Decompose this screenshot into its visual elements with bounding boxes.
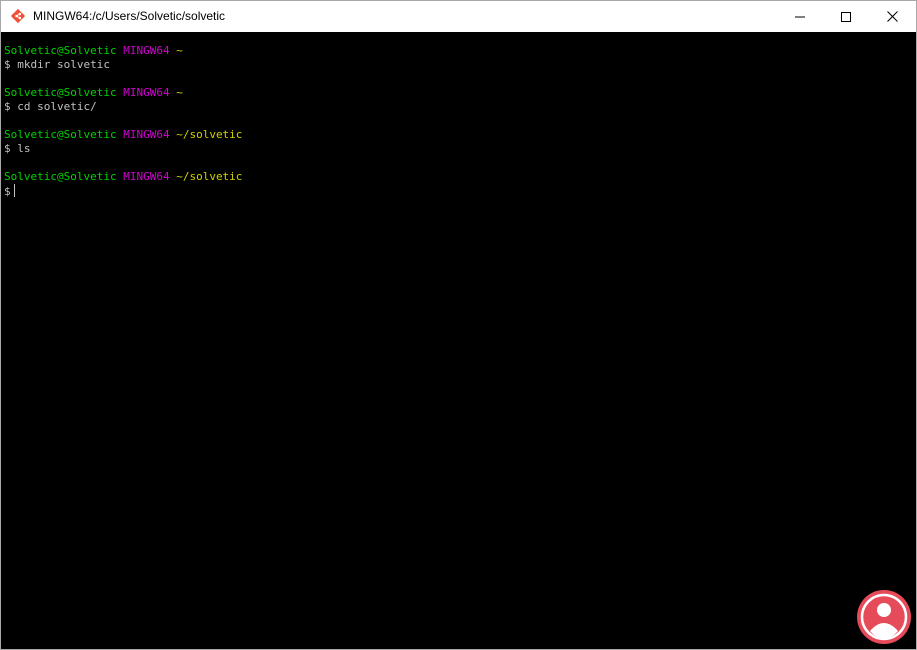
minimize-icon (795, 12, 805, 22)
command-line: $ mkdir solvetic (4, 58, 110, 71)
prompt-line: Solvetic@Solvetic MINGW64 ~/solvetic (4, 170, 916, 184)
prompt-path: ~/solvetic (176, 128, 243, 141)
minimize-button[interactable] (777, 1, 823, 32)
prompt-user: Solvetic@Solvetic (4, 44, 117, 57)
close-button[interactable] (869, 1, 915, 32)
prompt-line: Solvetic@Solvetic MINGW64 ~ (4, 86, 916, 100)
git-bash-icon (10, 8, 26, 24)
prompt-path: ~ (176, 86, 183, 99)
solvetic-logo-icon (856, 589, 912, 645)
prompt-user: Solvetic@Solvetic (4, 86, 117, 99)
terminal-output[interactable]: Solvetic@Solvetic MINGW64 ~ $ mkdir solv… (1, 32, 916, 649)
text-cursor (13, 184, 15, 197)
prompt-env: MINGW64 (123, 86, 170, 99)
prompt-env: MINGW64 (123, 170, 170, 183)
prompt-line: Solvetic@Solvetic MINGW64 ~ (4, 44, 916, 58)
prompt-path: ~ (176, 44, 183, 57)
prompt-symbol: $ (4, 185, 11, 198)
command-line: $ ls (4, 142, 31, 155)
prompt-user: Solvetic@Solvetic (4, 170, 117, 183)
prompt-line: Solvetic@Solvetic MINGW64 ~/solvetic (4, 128, 916, 142)
maximize-icon (841, 11, 851, 22)
prompt-env: MINGW64 (123, 44, 170, 57)
command-line: $ cd solvetic/ (4, 100, 97, 113)
prompt-path: ~/solvetic (176, 170, 243, 183)
prompt-user: Solvetic@Solvetic (4, 128, 117, 141)
close-icon (886, 11, 898, 22)
prompt-env: MINGW64 (123, 128, 170, 141)
title-bar[interactable]: MINGW64:/c/Users/Solvetic/solvetic (1, 1, 916, 32)
input-line[interactable]: $ (4, 184, 916, 198)
window-title: MINGW64:/c/Users/Solvetic/solvetic (33, 9, 226, 23)
maximize-button[interactable] (823, 1, 869, 32)
terminal-window: MINGW64:/c/Users/Solvetic/solvetic Solve… (0, 0, 917, 650)
